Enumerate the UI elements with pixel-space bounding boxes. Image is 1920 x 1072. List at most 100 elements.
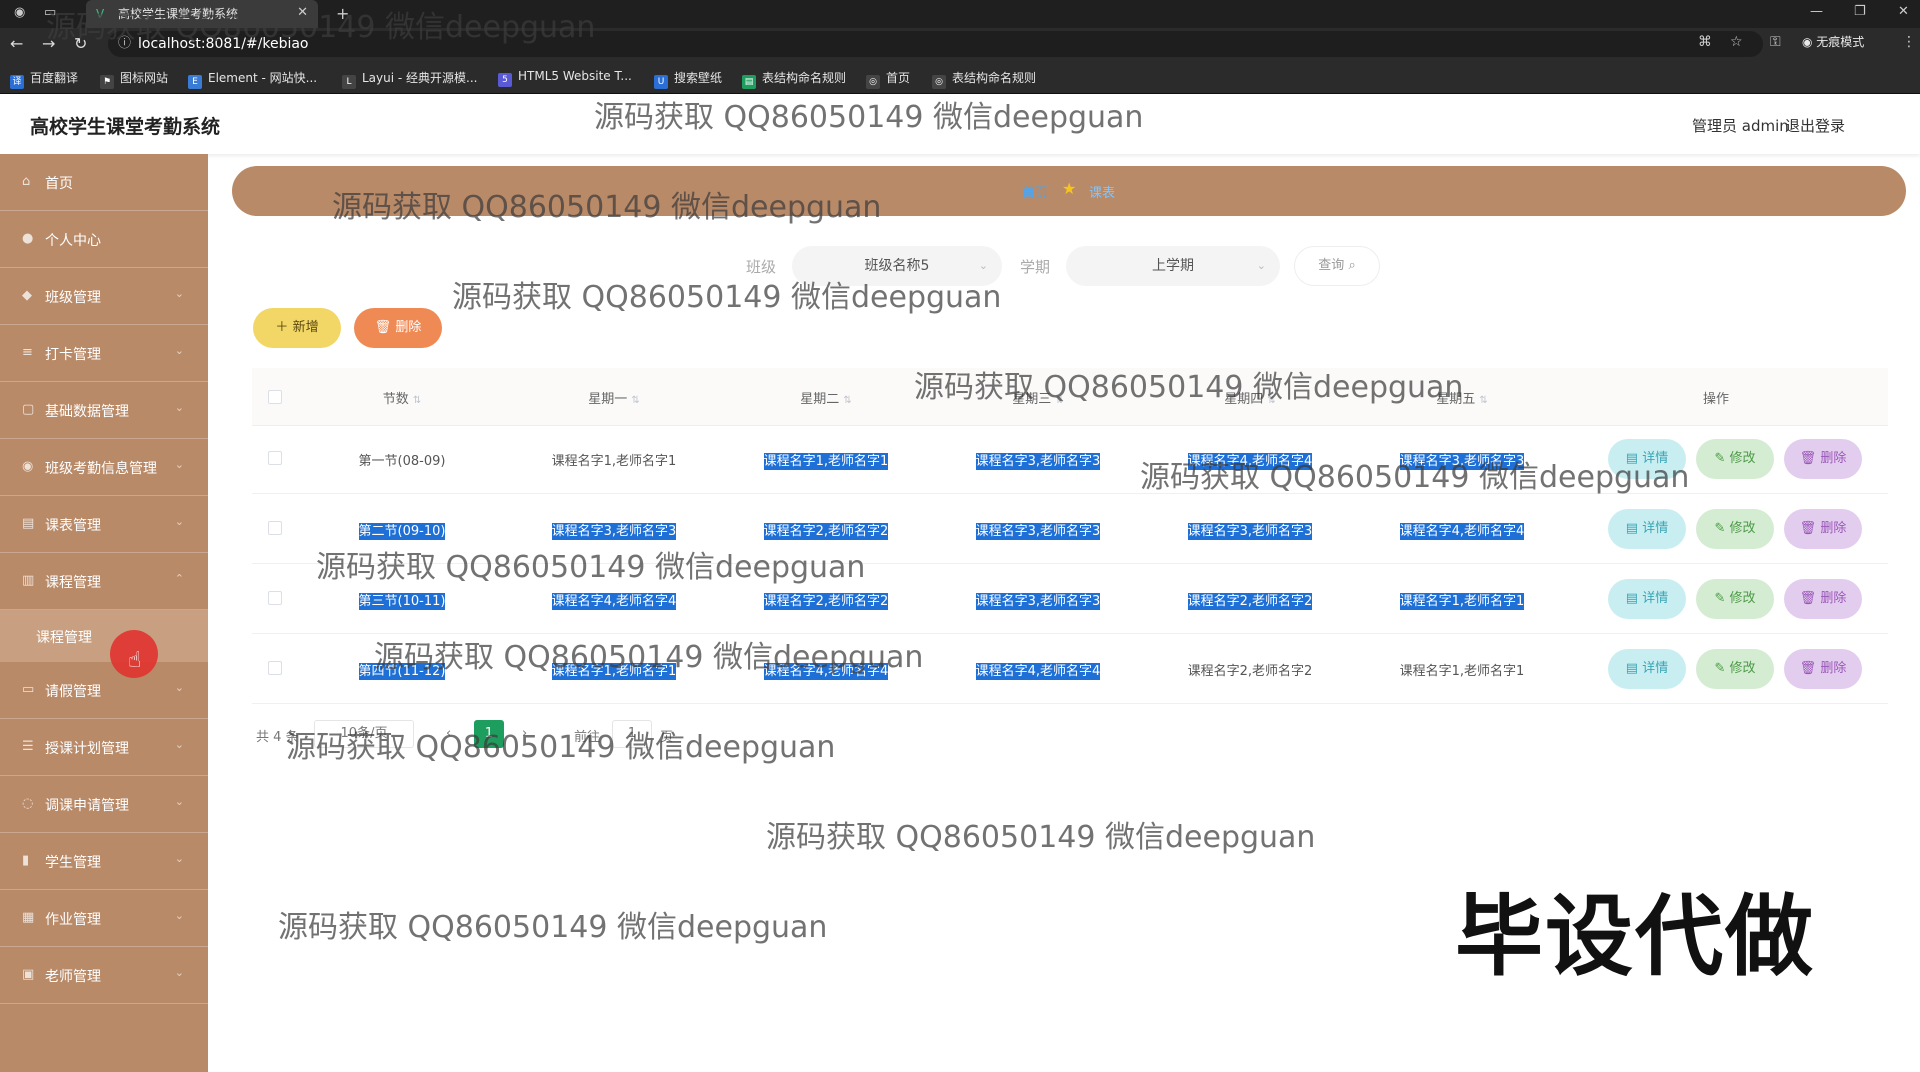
browser-menu-icon[interactable]: ◉ xyxy=(14,5,25,20)
bookmark-item[interactable]: E Element - 网站快... xyxy=(188,69,317,89)
cell-text: 课程名字4,老师名字4 xyxy=(551,593,677,610)
cell-text: 第三节(10-11) xyxy=(358,593,446,610)
sort-icon: ⇅ xyxy=(1479,395,1488,406)
query-button[interactable]: 查询 ⌕ xyxy=(1294,246,1380,286)
chevron-down-icon: ⌄ xyxy=(174,795,184,808)
row-checkbox[interactable] xyxy=(268,591,282,605)
bookmark-item[interactable]: ◎ 首页 xyxy=(866,69,910,89)
pencil-icon: ✎ xyxy=(1714,451,1726,466)
cell-section: 第二节(09-10) xyxy=(332,520,472,540)
document-icon: ▤ xyxy=(1625,521,1639,536)
bookmark-item[interactable]: ◎ 表结构命名规则 xyxy=(932,69,1036,89)
sidebar-item-teacher[interactable]: ▣ 老师管理 ⌄ xyxy=(0,947,208,1004)
cell-wednesday: 课程名字4,老师名字4 xyxy=(958,660,1118,680)
edit-button[interactable]: ✎ 修改 xyxy=(1696,649,1774,689)
edit-button[interactable]: ✎ 修改 xyxy=(1696,579,1774,619)
logout-link[interactable]: 退出登录 xyxy=(1785,115,1845,136)
column-header-actions: 操作 xyxy=(1702,392,1729,407)
column-header-section[interactable]: 节数 ⇅ xyxy=(332,388,472,407)
bookmarks-bar: 译百度翻译 ⚑ 图标网站 E Element - 网站快... L Layui - 经… xyxy=(0,60,1920,94)
list-icon: ≡ xyxy=(22,345,33,360)
bookmark-item[interactable]: ▤ 表结构命名规则 xyxy=(742,69,846,89)
row-delete-button[interactable]: 🗑 删除 xyxy=(1784,509,1862,549)
edit-button[interactable]: ✎ 修改 xyxy=(1696,439,1774,479)
sidebar-item-checkin[interactable]: ≡ 打卡管理 ⌄ xyxy=(0,325,208,382)
incognito-label: 无痕模式 xyxy=(1816,35,1865,49)
breadcrumb-home[interactable]: 首页 xyxy=(1022,182,1048,201)
course-icon: ▥ xyxy=(22,573,35,588)
row-checkbox[interactable] xyxy=(268,451,282,465)
more-menu-icon[interactable]: ⋮ xyxy=(1902,34,1916,50)
term-select[interactable]: 上学期 ⌄ xyxy=(1066,246,1280,286)
bookmark-item[interactable]: U 搜索壁纸 xyxy=(654,69,722,89)
homework-icon: ▦ xyxy=(22,910,35,925)
watermark-text: 源码获取 QQ86050149 微信deepguan xyxy=(766,820,1316,855)
bookmark-star-icon[interactable]: ☆ xyxy=(1730,34,1743,50)
watermark-text: 源码获取 QQ86050149 微信deepguan xyxy=(286,730,836,765)
cell-friday: 课程名字1,老师名字1 xyxy=(1382,590,1542,610)
chevron-down-icon: ⌄ xyxy=(174,458,184,471)
detail-button[interactable]: ▤ 详情 xyxy=(1608,649,1686,689)
sidebar-item-profile[interactable]: ● 个人中心 xyxy=(0,211,208,268)
trash-icon: 🗑 xyxy=(374,320,392,335)
cell-thursday: 课程名字3,老师名字3 xyxy=(1170,520,1330,540)
minimize-icon[interactable]: — xyxy=(1810,4,1823,19)
sidebar-item-basedata[interactable]: ▢ 基础数据管理 ⌄ xyxy=(0,382,208,439)
row-delete-button[interactable]: 🗑 删除 xyxy=(1784,439,1862,479)
chevron-down-icon: ⌄ xyxy=(174,344,184,357)
watermark-text: 源码获取 QQ86050149 微信deepguan xyxy=(1140,460,1690,495)
cell-thursday: 课程名字2,老师名字2 xyxy=(1170,590,1330,610)
pencil-icon: ✎ xyxy=(1714,521,1726,536)
chevron-down-icon: ⌄ xyxy=(1256,259,1266,272)
row-checkbox[interactable] xyxy=(268,521,282,535)
sidebar-item-student[interactable]: ▮ 学生管理 ⌄ xyxy=(0,833,208,890)
key-icon[interactable]: ⚿ xyxy=(1770,34,1781,50)
cell-friday: 课程名字1,老师名字1 xyxy=(1399,664,1525,679)
sidebar-item-leave[interactable]: ▭ 请假管理 ⌄ xyxy=(0,662,208,719)
sidebar-subitem-course[interactable]: 课程管理 xyxy=(0,610,208,662)
plus-icon: ＋ xyxy=(275,320,289,335)
sidebar-item-schedule[interactable]: ▤ 课表管理 ⌄ xyxy=(0,496,208,553)
trash-icon: 🗑 xyxy=(1799,591,1817,606)
cell-section: 第三节(10-11) xyxy=(332,590,472,610)
cell-text: 课程名字3,老师名字3 xyxy=(1187,523,1313,540)
sidebar-item-home[interactable]: ⌂ 首页 xyxy=(0,154,208,211)
cell-wednesday: 课程名字3,老师名字3 xyxy=(958,590,1118,610)
class-icon: ◆ xyxy=(22,288,32,303)
batch-delete-button[interactable]: 🗑 删除 xyxy=(354,308,442,348)
cell-wednesday: 课程名字3,老师名字3 xyxy=(958,450,1118,470)
row-delete-button[interactable]: 🗑 删除 xyxy=(1784,579,1862,619)
incognito-indicator[interactable]: ◉ 无痕模式 xyxy=(1802,33,1864,50)
sidebar-item-plan[interactable]: ☰ 授课计划管理 ⌄ xyxy=(0,719,208,776)
document-icon: ▤ xyxy=(1625,661,1639,676)
restore-icon[interactable]: ❐ xyxy=(1854,4,1866,19)
chevron-down-icon: ⌄ xyxy=(174,515,184,528)
data-icon: ▢ xyxy=(22,402,35,417)
back-icon[interactable]: ← xyxy=(10,34,23,53)
chevron-down-icon: ⌄ xyxy=(174,401,184,414)
translate-icon[interactable]: ⌘ xyxy=(1698,34,1712,50)
detail-button[interactable]: ▤ 详情 xyxy=(1608,509,1686,549)
sidebar-item-attendance[interactable]: ◉ 班级考勤信息管理 ⌄ xyxy=(0,439,208,496)
sidebar-item-homework[interactable]: ▦ 作业管理 ⌄ xyxy=(0,890,208,947)
row-delete-button[interactable]: 🗑 删除 xyxy=(1784,649,1862,689)
row-checkbox[interactable] xyxy=(268,661,282,675)
bookmark-favicon-icon: 译 xyxy=(10,75,24,89)
column-header-tuesday[interactable]: 星期二 ⇅ xyxy=(756,388,896,407)
bookmark-item[interactable]: L Layui - 经典开源模... xyxy=(342,69,477,89)
sidebar-item-swap[interactable]: ◌ 调课申请管理 ⌄ xyxy=(0,776,208,833)
edit-button[interactable]: ✎ 修改 xyxy=(1696,509,1774,549)
bookmark-item[interactable]: ⚑ 图标网站 xyxy=(100,69,168,89)
add-button[interactable]: ＋ 新增 xyxy=(253,308,341,348)
sidebar-item-course[interactable]: ▥ 课程管理 ⌃ xyxy=(0,553,208,610)
detail-button[interactable]: ▤ 详情 xyxy=(1608,579,1686,619)
bookmark-item[interactable]: 5 HTML5 Website T... xyxy=(498,69,632,87)
bookmark-item[interactable]: 译百度翻译 xyxy=(10,69,78,89)
query-button-label: 查询 xyxy=(1318,258,1345,273)
sidebar-item-class[interactable]: ◆ 班级管理 ⌄ xyxy=(0,268,208,325)
select-all-checkbox[interactable] xyxy=(268,390,282,404)
column-header-monday[interactable]: 星期一 ⇅ xyxy=(544,388,684,407)
trash-icon: 🗑 xyxy=(1799,521,1817,536)
watermark-text: 源码获取 QQ86050149 微信deepguan xyxy=(914,370,1464,405)
close-window-icon[interactable]: ✕ xyxy=(1898,4,1909,19)
